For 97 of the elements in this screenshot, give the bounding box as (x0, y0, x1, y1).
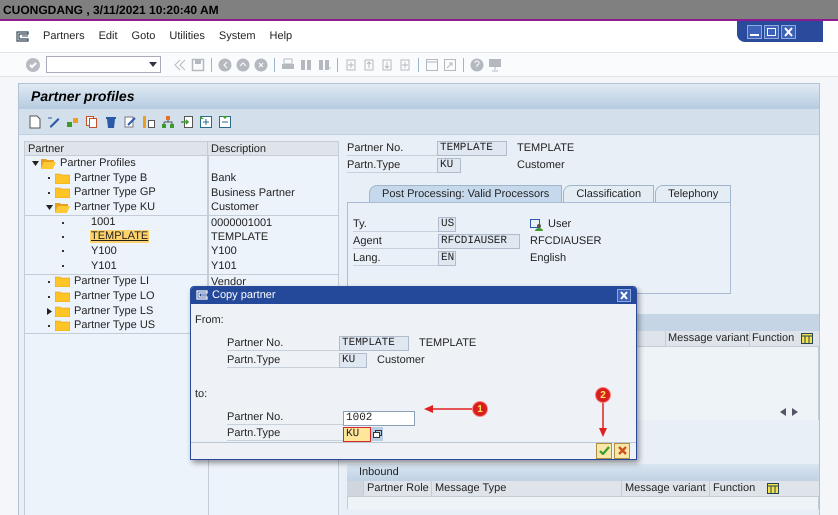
scroll-right-icon[interactable] (792, 408, 798, 416)
column-settings-icon[interactable] (801, 333, 813, 344)
close-icon[interactable] (617, 288, 631, 302)
tree-node[interactable]: TEMPLATE (90, 230, 150, 244)
display-field: EN (438, 251, 456, 266)
menu-item[interactable]: Utilities (169, 28, 205, 45)
folder-icon (55, 291, 70, 302)
field-description: User (548, 217, 572, 232)
field-description: RFCDIAUSER (530, 234, 602, 250)
value-help-icon[interactable] (371, 427, 383, 441)
arrow (424, 405, 472, 413)
display-field: US (438, 217, 456, 232)
column-header[interactable]: Message Type (431, 481, 621, 496)
menu-item[interactable]: Goto (132, 28, 156, 45)
tree-description: Y100 (211, 245, 237, 258)
folder-icon (55, 187, 70, 198)
tree-description: Vendor (211, 276, 246, 288)
input-field[interactable]: KU (343, 426, 371, 442)
folder-icon (55, 276, 70, 288)
folder-icon (55, 306, 70, 317)
tree-node[interactable]: Partner Type KU (73, 200, 156, 214)
field-description: Customer (517, 158, 565, 174)
expanded-icon[interactable] (46, 204, 52, 210)
section-label: to: (195, 387, 208, 402)
delete-icon[interactable] (104, 114, 118, 128)
field-description: TEMPLATE (517, 141, 574, 156)
collapsed-icon[interactable] (46, 308, 52, 315)
tree-node[interactable]: Partner Type LS (73, 304, 154, 318)
confirm-button[interactable] (596, 442, 612, 459)
tree-node[interactable]: Y100 (90, 244, 118, 258)
tree-description: 0000001001 (211, 216, 272, 229)
close-icon[interactable] (781, 24, 796, 38)
dialog-title: Copy partner (212, 288, 276, 303)
column-header[interactable]: Message variant (621, 481, 709, 496)
tree-node[interactable]: Partner Type B (73, 172, 148, 185)
panel-title: Partner profiles (31, 87, 134, 106)
display-field: RFCDIAUSER (438, 234, 520, 249)
table-title: Inbound (359, 465, 399, 480)
tree-description: TEMPLATE (211, 230, 268, 243)
user-date-time: CUONGDANG , 3/11/2021 10:20:40 AM (3, 2, 219, 18)
tab[interactable]: Post Processing: Valid Processors (369, 185, 562, 202)
expanded-icon[interactable] (32, 160, 38, 166)
column-header[interactable]: Description (208, 142, 338, 155)
tree-node[interactable]: Partner Type US (73, 319, 156, 332)
cancel-button[interactable] (614, 442, 630, 459)
tree-node[interactable]: Y101 (90, 260, 118, 273)
menu-item[interactable]: Help (270, 28, 292, 45)
open-folder-icon (55, 202, 70, 213)
column-header[interactable]: Partner Role (363, 481, 431, 496)
check-icon (598, 446, 610, 456)
menu-item[interactable]: System (218, 28, 256, 45)
section-label: From: (195, 312, 224, 328)
command-field[interactable] (46, 56, 161, 73)
user-icon (530, 218, 543, 230)
check-document-icon[interactable] (123, 114, 137, 128)
tree-node[interactable]: Partner Type LO (73, 290, 156, 304)
column-header[interactable]: Partner (25, 142, 208, 155)
cancel-icon (618, 446, 626, 456)
tree-node[interactable]: Partner Profiles (59, 156, 137, 170)
tree-description: Y101 (211, 260, 237, 272)
tree-structure-icon[interactable] (161, 114, 175, 128)
copy-icon[interactable] (85, 114, 99, 128)
arrow (599, 401, 607, 437)
menu-item[interactable]: Edit (98, 28, 118, 45)
tab[interactable]: Telephony (655, 185, 732, 202)
column-header[interactable]: Message variant (665, 331, 749, 346)
tree-description: Business Partner (211, 186, 295, 199)
scroll-left-icon[interactable] (780, 408, 786, 416)
tree-node[interactable]: Partner Type LI (73, 275, 150, 288)
minimize-icon[interactable] (747, 24, 762, 38)
tree-node[interactable]: 1001 (90, 216, 116, 230)
new-document-icon[interactable] (28, 114, 42, 128)
display-field: TEMPLATE (339, 336, 409, 351)
tab[interactable]: Classification (563, 185, 654, 202)
tree-description: Customer (211, 201, 259, 214)
expand-all-icon[interactable] (199, 114, 213, 128)
maximize-icon[interactable] (764, 24, 779, 38)
display-field: KU (339, 353, 367, 368)
display-field: TEMPLATE (437, 141, 507, 156)
field-description: English (530, 251, 566, 266)
tree-node[interactable]: Partner Type GP (73, 186, 157, 200)
edit-icon[interactable] (47, 114, 61, 128)
menu-icon[interactable] (16, 31, 29, 42)
field-description: Customer (377, 353, 425, 368)
column-settings-icon[interactable] (767, 483, 779, 494)
dialog-icon (196, 290, 208, 300)
import-icon[interactable] (180, 114, 194, 128)
dropdown-icon[interactable] (149, 62, 157, 67)
open-folder-icon (41, 158, 56, 169)
folder-icon (55, 320, 70, 332)
collapse-all-icon[interactable] (218, 114, 232, 128)
folder-icon (55, 172, 70, 184)
menu-item[interactable]: Partners (43, 28, 85, 45)
field-description: TEMPLATE (419, 336, 476, 352)
display-field: KU (437, 158, 461, 173)
tree-description: Bank (211, 172, 236, 184)
input-field[interactable]: 1002 (343, 410, 415, 426)
